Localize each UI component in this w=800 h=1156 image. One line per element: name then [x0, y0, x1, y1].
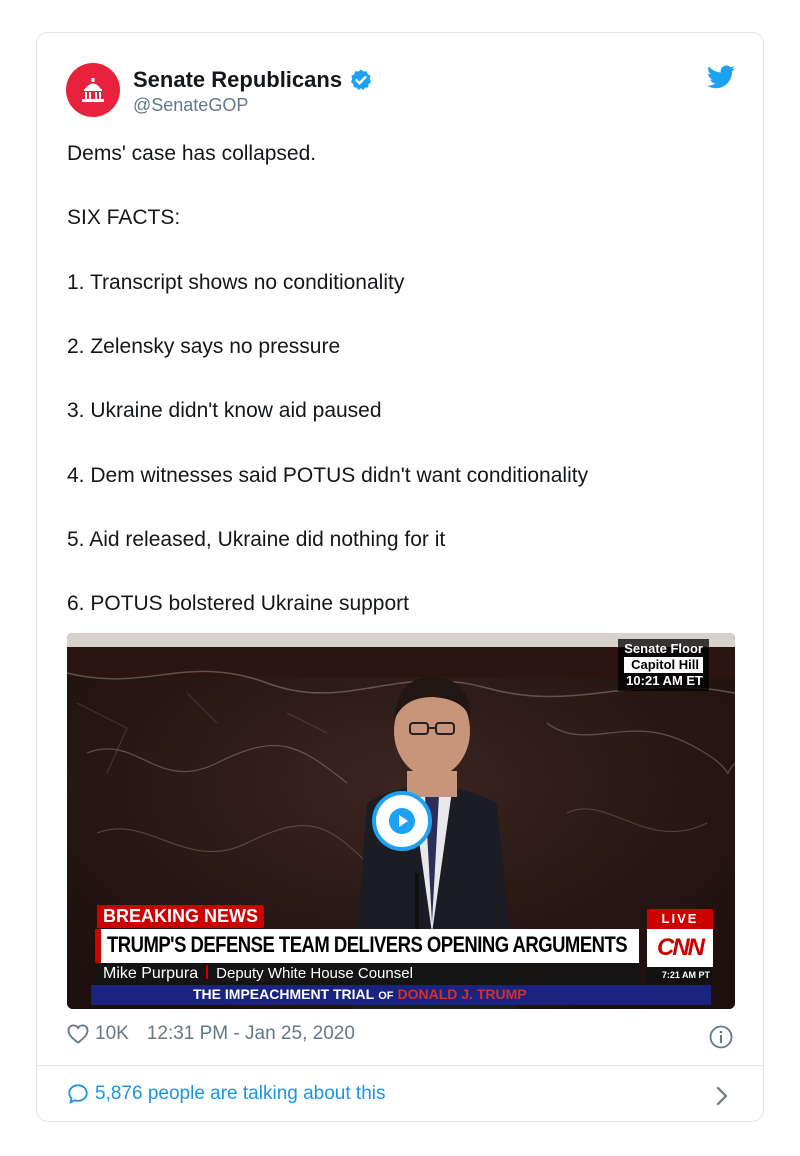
trial-of: OF — [378, 990, 394, 1002]
separator — [206, 965, 209, 979]
speaker-name: Mike Purpura — [103, 965, 199, 982]
location-tag: Senate Floor Capitol Hill 10:21 AM ET — [618, 639, 709, 691]
breaking-news-label: BREAKING NEWS — [97, 905, 265, 928]
divider — [37, 1065, 763, 1066]
news-headline: TRUMP'S DEFENSE TEAM DELIVERS OPENING AR… — [107, 932, 628, 957]
cnn-logo: CNN — [647, 929, 713, 967]
author-name-row[interactable]: Senate Republicans — [133, 67, 373, 93]
timestamp[interactable]: 12:31 PM - Jan 25, 2020 — [147, 1023, 355, 1045]
tweet-line: 6. POTUS bolstered Ukraine support — [67, 592, 409, 615]
info-icon[interactable] — [709, 1025, 733, 1049]
play-button[interactable] — [372, 791, 432, 851]
capitol-icon — [82, 78, 104, 102]
tweet-line: 1. Transcript shows no conditionality — [67, 271, 405, 294]
speech-bubble-icon — [68, 1084, 88, 1104]
speaker-line: Mike Purpura Deputy White House Counsel — [103, 965, 413, 983]
live-badge: LIVE — [647, 909, 713, 929]
verified-badge-icon — [350, 69, 372, 90]
headline-bar: TRUMP'S DEFENSE TEAM DELIVERS OPENING AR… — [95, 929, 639, 963]
tweet-line: SIX FACTS: — [67, 206, 181, 229]
location-time: 10:21 AM ET — [626, 673, 703, 688]
speaker-bar: Mike Purpura Deputy White House Counsel — [95, 963, 639, 985]
tweet-meta: 10K 12:31 PM - Jan 25, 2020 — [67, 1023, 355, 1045]
twitter-bird-icon[interactable] — [707, 65, 735, 89]
tweet-line: 2. Zelensky says no pressure — [67, 335, 341, 358]
play-icon — [389, 808, 415, 834]
tweet-line: Dems' case has collapsed. — [67, 142, 317, 165]
tweet-line: 4. Dem witnesses said POTUS didn't want … — [67, 464, 589, 487]
network-time: 7:21 AM PT — [647, 967, 713, 983]
tweet-line: 5. Aid released, Ukraine did nothing for… — [67, 528, 446, 551]
tweet-card: Senate Republicans @SenateGOP Dems' case… — [36, 32, 764, 1122]
talking-count[interactable]: 5,876 people are talking about this — [95, 1083, 386, 1105]
like-count[interactable]: 10K — [95, 1023, 129, 1045]
author-handle[interactable]: @SenateGOP — [133, 95, 248, 116]
video-player[interactable]: Senate Floor Capitol Hill 10:21 AM ET BR… — [67, 633, 735, 1009]
display-name[interactable]: Senate Republicans — [133, 67, 342, 93]
chevron-right-icon[interactable] — [715, 1085, 729, 1107]
conversation-link[interactable]: 5,876 people are talking about this — [67, 1083, 386, 1105]
avatar[interactable] — [66, 63, 120, 117]
location-mid: Capitol Hill — [624, 657, 703, 673]
speaker-title: Deputy White House Counsel — [216, 965, 413, 982]
trial-prefix: THE IMPEACHMENT TRIAL — [193, 986, 375, 1002]
location-top: Senate Floor — [624, 641, 703, 656]
tweet-line: 3. Ukraine didn't know aid paused — [67, 399, 382, 422]
heart-icon[interactable] — [67, 1024, 89, 1044]
trial-ticker: THE IMPEACHMENT TRIAL OF DONALD J. TRUMP — [91, 985, 711, 1005]
trial-text: THE IMPEACHMENT TRIAL OF DONALD J. TRUMP — [193, 986, 527, 1002]
trial-name: DONALD J. TRUMP — [397, 986, 527, 1002]
